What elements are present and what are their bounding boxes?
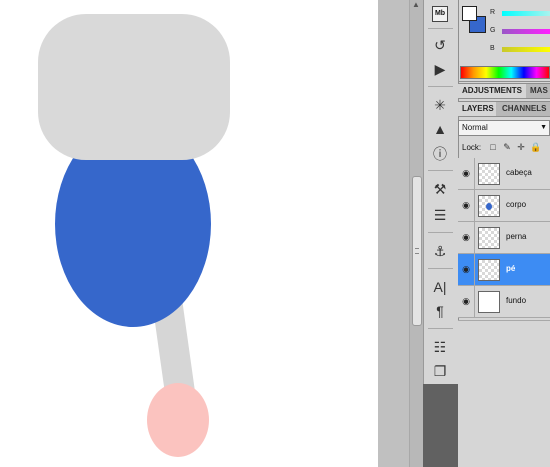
layer-name[interactable]: corpo — [506, 200, 526, 209]
paragraph-icon[interactable]: ¶ — [430, 302, 450, 320]
layer-divider — [474, 254, 475, 286]
eye-icon[interactable]: ◉ — [461, 168, 471, 178]
eye-icon[interactable]: ◉ — [461, 232, 471, 242]
tab-adjustments[interactable]: ADJUSTMENTS — [458, 84, 526, 98]
scroll-grip-icon — [415, 248, 419, 254]
layers-panel-empty-area[interactable] — [458, 320, 550, 467]
info-icon[interactable]: ⓘ — [430, 145, 450, 163]
red-channel-slider[interactable] — [502, 11, 550, 16]
layer-divider — [474, 190, 475, 222]
layers-list: ◉ cabeça ◉ corpo ◉ perna ◉ pé ◉ fundo — [458, 158, 550, 318]
tool-divider — [428, 232, 453, 233]
tool-divider — [428, 170, 453, 171]
layer-name[interactable]: fundo — [506, 296, 526, 305]
lock-position-icon[interactable]: ✛ — [516, 142, 526, 152]
history-icon[interactable]: ↺ — [430, 36, 450, 54]
notes-icon[interactable]: ☷ — [430, 338, 450, 356]
layer-thumbnail — [478, 227, 500, 249]
copy-source-icon[interactable]: ❐ — [430, 362, 450, 380]
lock-image-pixels-icon[interactable]: ✎ — [502, 142, 512, 152]
layer-thumbnail — [478, 291, 500, 313]
green-channel-label: G — [490, 27, 496, 34]
layer-name[interactable]: perna — [506, 232, 526, 241]
tool-divider — [428, 268, 453, 269]
layer-comps-icon[interactable]: ☰ — [430, 206, 450, 224]
foot-shape — [147, 383, 209, 457]
eye-icon[interactable]: ◉ — [461, 264, 471, 274]
lock-transparent-pixels-icon[interactable]: □ — [488, 142, 498, 152]
layer-name[interactable]: pé — [506, 264, 515, 273]
layer-row-fundo[interactable]: ◉ fundo — [458, 286, 550, 318]
foreground-color-swatch[interactable] — [462, 6, 477, 21]
clone-source-icon[interactable]: ⚓ — [430, 242, 450, 260]
layer-thumbnail — [478, 195, 500, 217]
green-channel-slider[interactable] — [502, 29, 550, 34]
eye-icon[interactable]: ◉ — [461, 296, 471, 306]
tab-masks[interactable]: MAS — [528, 84, 550, 98]
chevron-down-icon: ▼ — [540, 124, 547, 131]
layer-thumbnail — [478, 259, 500, 281]
blend-mode-value: Normal — [462, 123, 488, 132]
brushes-icon[interactable]: ✳ — [430, 96, 450, 114]
lock-label: Lock: — [462, 143, 482, 152]
lock-all-icon[interactable]: 🔒 — [530, 142, 541, 152]
layer-row-pe[interactable]: ◉ pé — [458, 254, 550, 286]
tool-divider — [428, 86, 453, 87]
tool-divider — [428, 328, 453, 329]
document-canvas[interactable] — [0, 0, 378, 467]
layer-thumbnail — [478, 163, 500, 185]
panel-divider — [458, 81, 550, 82]
blend-mode-select[interactable]: Normal ▼ — [458, 120, 550, 136]
red-channel-label: R — [490, 9, 496, 16]
layer-row-perna[interactable]: ◉ perna — [458, 222, 550, 254]
color-spectrum-bar[interactable] — [460, 66, 550, 79]
layer-divider — [474, 286, 475, 318]
tab-layers[interactable]: LAYERS — [458, 102, 496, 116]
blue-channel-slider[interactable] — [502, 47, 550, 52]
panel-icon-strip-empty — [423, 384, 458, 467]
actions-icon[interactable]: ▶ — [430, 60, 450, 78]
head-shape — [38, 14, 230, 160]
layer-row-cabeca[interactable]: ◉ cabeça — [458, 158, 550, 190]
layer-name[interactable]: cabeça — [506, 168, 532, 177]
layers-tab-bar: LAYERS CHANNELS — [458, 101, 550, 117]
thumbnail-shape — [486, 203, 492, 210]
blue-channel-label: B — [490, 45, 495, 52]
histogram-icon[interactable]: ▲ — [430, 120, 450, 138]
layer-row-corpo[interactable]: ◉ corpo — [458, 190, 550, 222]
tool-presets-icon[interactable]: ⚒ — [430, 180, 450, 198]
scroll-up-arrow-icon[interactable]: ▲ — [410, 0, 422, 10]
character-icon[interactable]: A| — [430, 278, 450, 296]
tab-channels[interactable]: CHANNELS — [498, 102, 550, 116]
tool-divider — [428, 28, 453, 29]
adjustments-tab-bar: ADJUSTMENTS MAS — [458, 83, 550, 99]
layer-divider — [474, 158, 475, 190]
mini-bridge-icon[interactable]: Mb — [432, 6, 448, 22]
eye-icon[interactable]: ◉ — [461, 200, 471, 210]
layer-divider — [474, 222, 475, 254]
